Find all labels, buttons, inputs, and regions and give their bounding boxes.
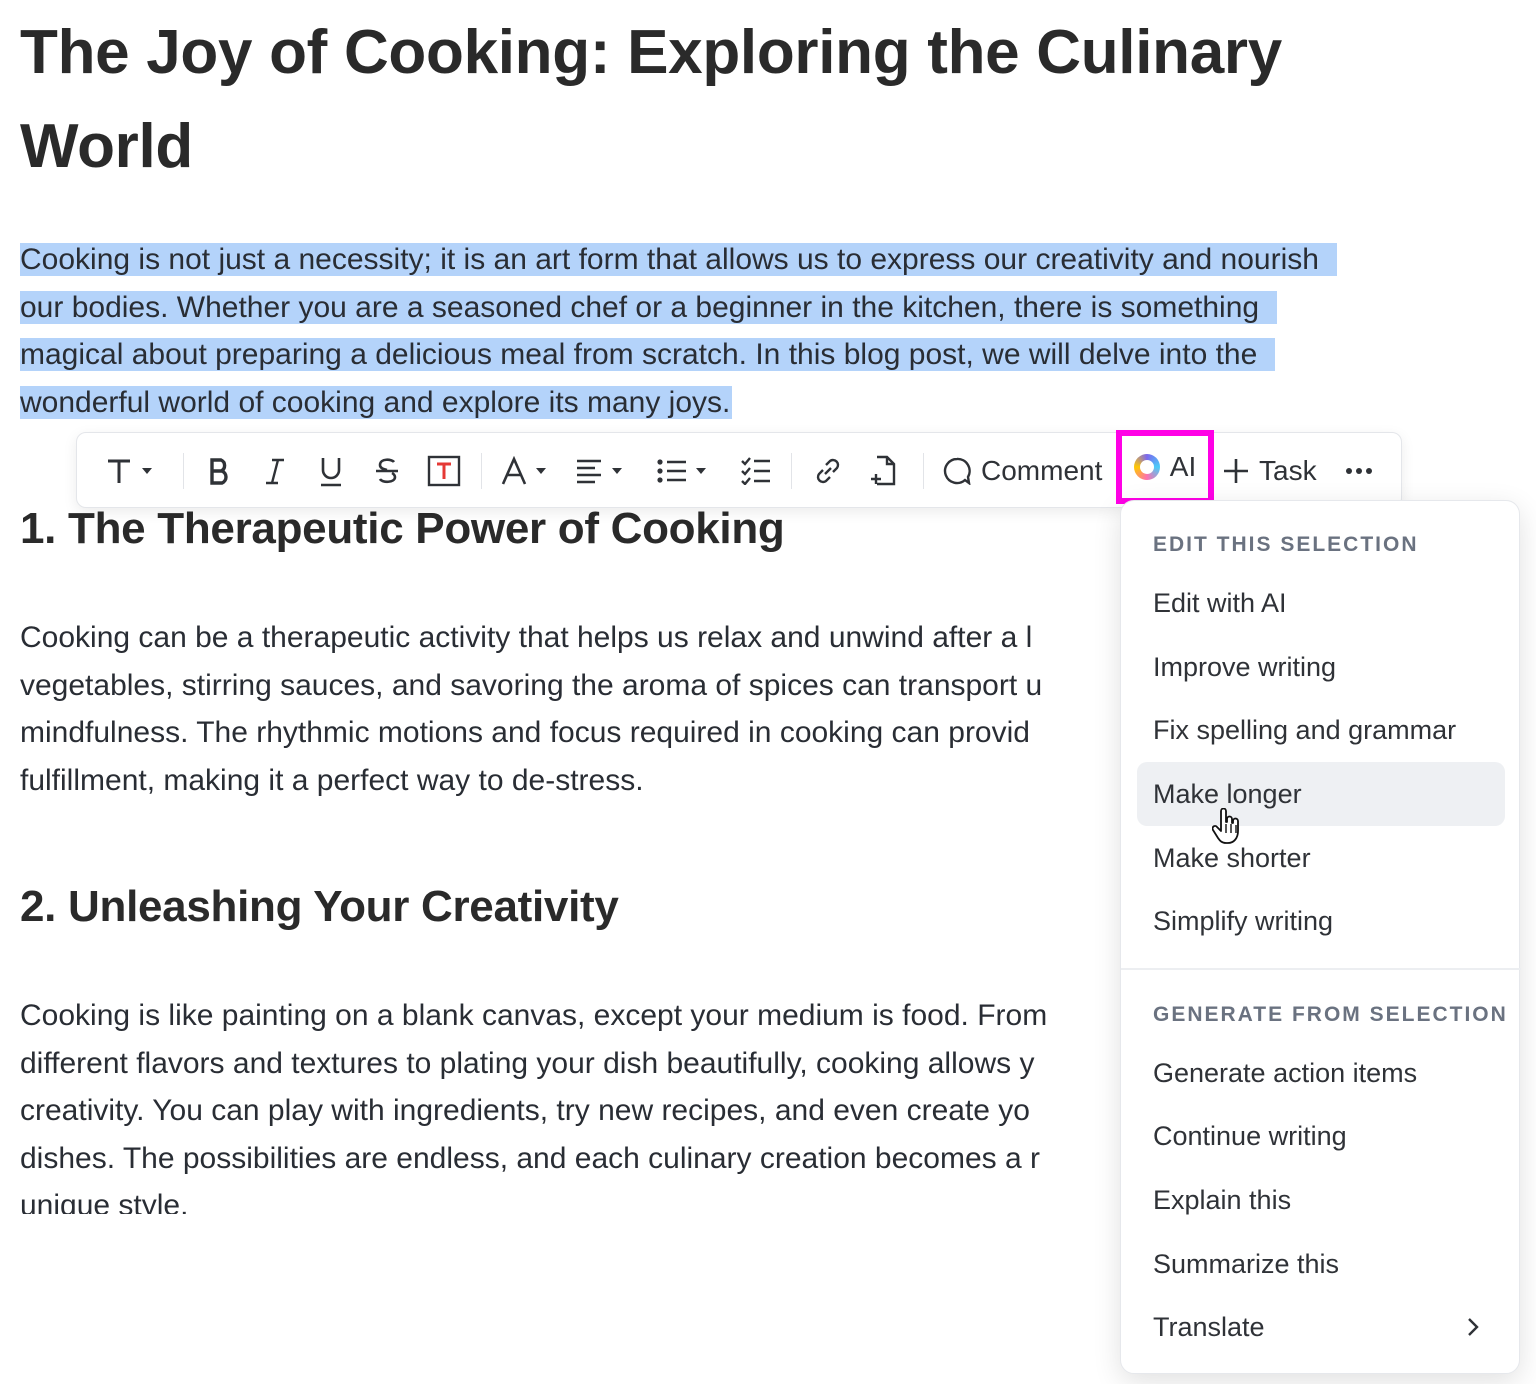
menu-item-improve-writing[interactable]: Improve writing <box>1137 635 1505 699</box>
insert-document-icon <box>871 455 896 486</box>
align-left-icon <box>577 459 601 484</box>
menu-item-explain-this[interactable]: Explain this <box>1137 1168 1505 1232</box>
menu-item-fix-spelling[interactable]: Fix spelling and grammar <box>1137 698 1505 762</box>
ai-label: AI <box>1169 451 1197 482</box>
paragraph-line: fulfillment, making it a perfect way to … <box>20 763 644 797</box>
bullet-list-icon <box>657 459 686 483</box>
section-2-paragraph[interactable]: Cooking is like painting on a blank canv… <box>20 992 1120 1214</box>
caret-down-icon <box>696 468 706 474</box>
title-line-2: World <box>20 112 193 181</box>
comment-label: Comment <box>981 455 1103 486</box>
caret-down-icon <box>536 468 546 474</box>
document-page: The Joy of Cooking: Exploring the Culina… <box>0 0 1536 1384</box>
link-icon <box>816 458 840 484</box>
text-color-box-icon <box>427 455 461 487</box>
intro-line: Cooking is not just a necessity; it is a… <box>20 243 1337 276</box>
page-title[interactable]: The Joy of Cooking: Exploring the Culina… <box>20 6 1400 194</box>
menu-item-make-longer[interactable]: Make longer <box>1137 762 1505 826</box>
paragraph-line: mindfulness. The rhythmic motions and fo… <box>20 716 1030 749</box>
more-dots-icon <box>1346 468 1372 474</box>
insert-block-button[interactable] <box>869 433 897 509</box>
paragraph-line: vegetables, stirring sauces, and savorin… <box>20 668 1043 702</box>
menu-item-edit-with-ai[interactable]: Edit with AI <box>1137 571 1505 635</box>
translate-label: Translate <box>1153 1311 1265 1342</box>
caret-down-icon <box>612 468 622 474</box>
menu-item-translate[interactable]: Translate <box>1137 1295 1505 1359</box>
toolbar-divider <box>791 453 792 489</box>
menu-item-summarize-this[interactable]: Summarize this <box>1137 1232 1505 1296</box>
toolbar-divider <box>923 453 924 489</box>
comment-icon <box>943 457 971 485</box>
more-options-button[interactable] <box>1345 433 1373 509</box>
bold-icon <box>210 458 228 485</box>
menu-item-simplify-writing[interactable]: Simplify writing <box>1137 889 1505 953</box>
generate-selection-section-label: GENERATE FROM SELECTION <box>1153 1003 1508 1026</box>
underline-button[interactable] <box>317 433 345 509</box>
paragraph-line: creativity. You can play with ingredient… <box>20 1094 1030 1127</box>
hand-cursor-icon <box>1212 808 1239 844</box>
ai-logo-icon <box>1133 454 1160 480</box>
menu-item-continue-writing[interactable]: Continue writing <box>1137 1104 1505 1168</box>
section-1-paragraph[interactable]: Cooking can be a therapeutic activity th… <box>20 614 1120 806</box>
toolbar-divider <box>481 453 482 489</box>
toolbar-divider <box>183 453 184 489</box>
strikethrough-icon <box>376 458 398 484</box>
intro-paragraph-selected[interactable]: Cooking is not just a necessity; it is a… <box>20 236 1460 426</box>
task-button[interactable]: Task <box>1223 433 1317 509</box>
comment-button[interactable]: Comment <box>943 433 1102 509</box>
bold-button[interactable] <box>207 433 233 509</box>
font-color-icon <box>501 456 527 485</box>
menu-divider <box>1121 968 1521 970</box>
paragraph-line: unique style. <box>20 1189 189 1214</box>
title-line-1: The Joy of Cooking: Exploring the Culina… <box>20 18 1282 87</box>
menu-item-make-shorter[interactable]: Make shorter <box>1137 826 1505 890</box>
chevron-right-icon <box>1468 1318 1479 1336</box>
section-heading-creativity[interactable]: 2. Unleashing Your Creativity <box>20 882 619 932</box>
underline-icon <box>321 458 341 487</box>
checklist-button[interactable] <box>741 433 771 509</box>
section-heading-therapeutic[interactable]: 1. The Therapeutic Power of Cooking <box>20 504 785 554</box>
edit-selection-section-label: EDIT THIS SELECTION <box>1153 533 1419 556</box>
intro-line: our bodies. Whether you are a seasoned c… <box>20 290 1278 324</box>
ai-actions-menu: EDIT THIS SELECTION Edit with AI Improve… <box>1120 500 1521 1374</box>
italic-button[interactable] <box>263 433 287 509</box>
link-button[interactable] <box>813 433 843 509</box>
italic-icon <box>266 458 284 485</box>
paragraph-line: Cooking can be a therapeutic activity th… <box>20 621 1033 654</box>
text-type-icon <box>108 459 130 483</box>
checklist-icon <box>741 457 770 485</box>
intro-line: wonderful world of cooking and explore i… <box>20 385 733 419</box>
text-highlight-button[interactable] <box>427 433 461 509</box>
plus-icon <box>1224 459 1248 483</box>
task-label: Task <box>1259 455 1317 486</box>
paragraph-line: different flavors and textures to platin… <box>20 1046 1035 1080</box>
intro-line: magical about preparing a delicious meal… <box>20 338 1276 371</box>
text-type-button[interactable] <box>105 433 153 509</box>
font-color-button[interactable] <box>501 433 547 509</box>
align-button[interactable] <box>575 433 623 509</box>
paragraph-line: Cooking is like painting on a blank canv… <box>20 999 1048 1032</box>
paragraph-line: dishes. The possibilities are endless, a… <box>20 1141 1040 1175</box>
menu-item-generate-action-items[interactable]: Generate action items <box>1137 1041 1505 1105</box>
bullet-list-button[interactable] <box>657 433 707 509</box>
strikethrough-button[interactable] <box>373 433 401 509</box>
caret-down-icon <box>142 468 152 474</box>
ai-button[interactable]: AI <box>1116 430 1214 504</box>
